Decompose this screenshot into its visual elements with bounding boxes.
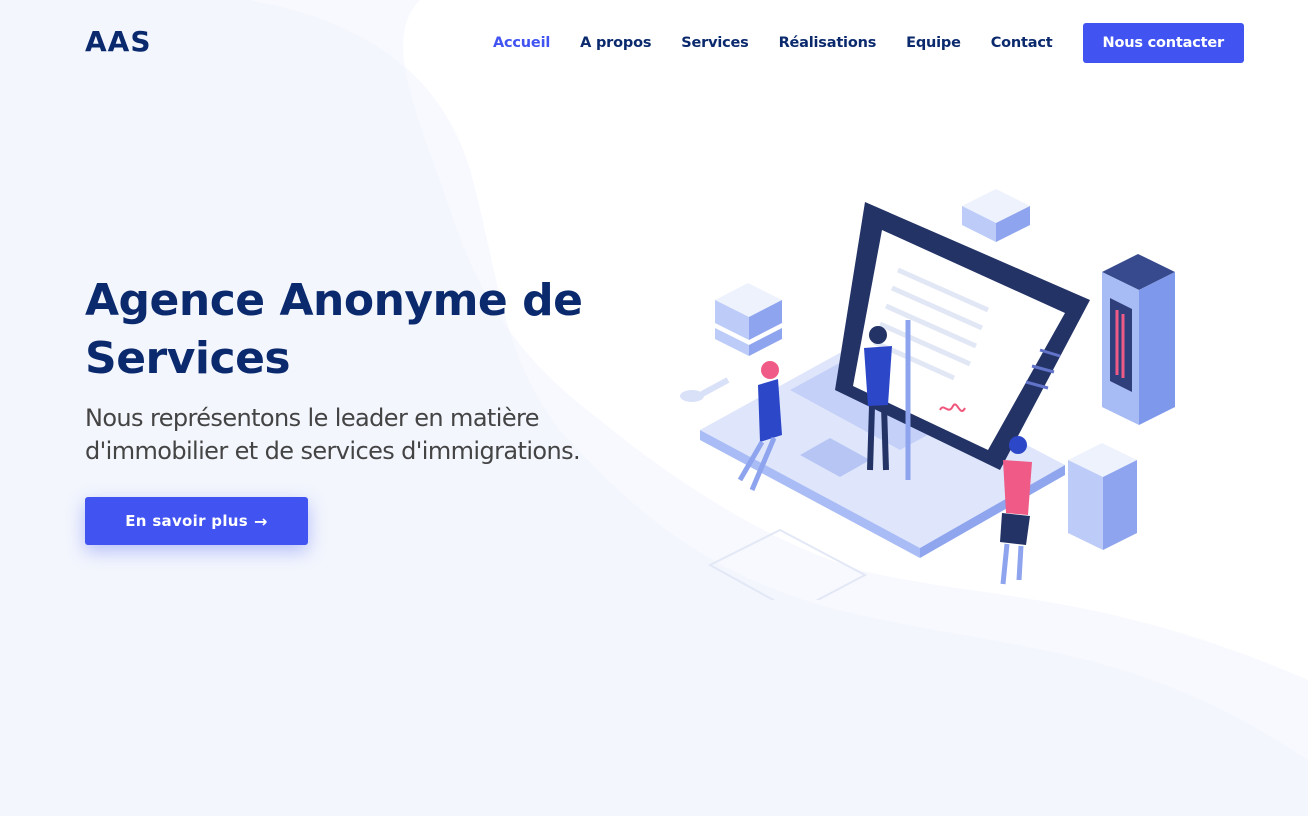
learn-more-button[interactable]: En savoir plus → [85,497,308,545]
main-nav: Accueil A propos Services Réalisations E… [493,23,1244,63]
server-small-icon [962,189,1030,242]
learn-more-label: En savoir plus [125,512,248,530]
server-tower-icon [1102,254,1175,425]
site-header: AAS Accueil A propos Services Réalisatio… [0,0,1308,86]
nav-link-realisations[interactable]: Réalisations [779,35,877,51]
brand-logo[interactable]: AAS [85,25,152,58]
hero-section: Agence Anonyme de Services Nous représen… [85,272,645,468]
server-stack-icon [715,283,782,356]
contact-us-button[interactable]: Nous contacter [1082,23,1244,63]
nav-link-accueil[interactable]: Accueil [493,35,550,51]
hero-subtitle: Nous représentons le leader en matière d… [85,404,581,465]
nav-link-a-propos[interactable]: A propos [580,35,651,51]
server-rack-icon [1068,443,1137,550]
hero-illustration [680,189,1175,600]
nav-link-contact[interactable]: Contact [991,35,1053,51]
key-icon [680,377,730,402]
document-frame-outline-icon [707,528,868,600]
arrow-right-icon: → [254,511,268,531]
nav-link-services[interactable]: Services [681,35,749,51]
nav-link-equipe[interactable]: Equipe [906,35,961,51]
hero-title: Agence Anonyme de Services [85,275,583,384]
